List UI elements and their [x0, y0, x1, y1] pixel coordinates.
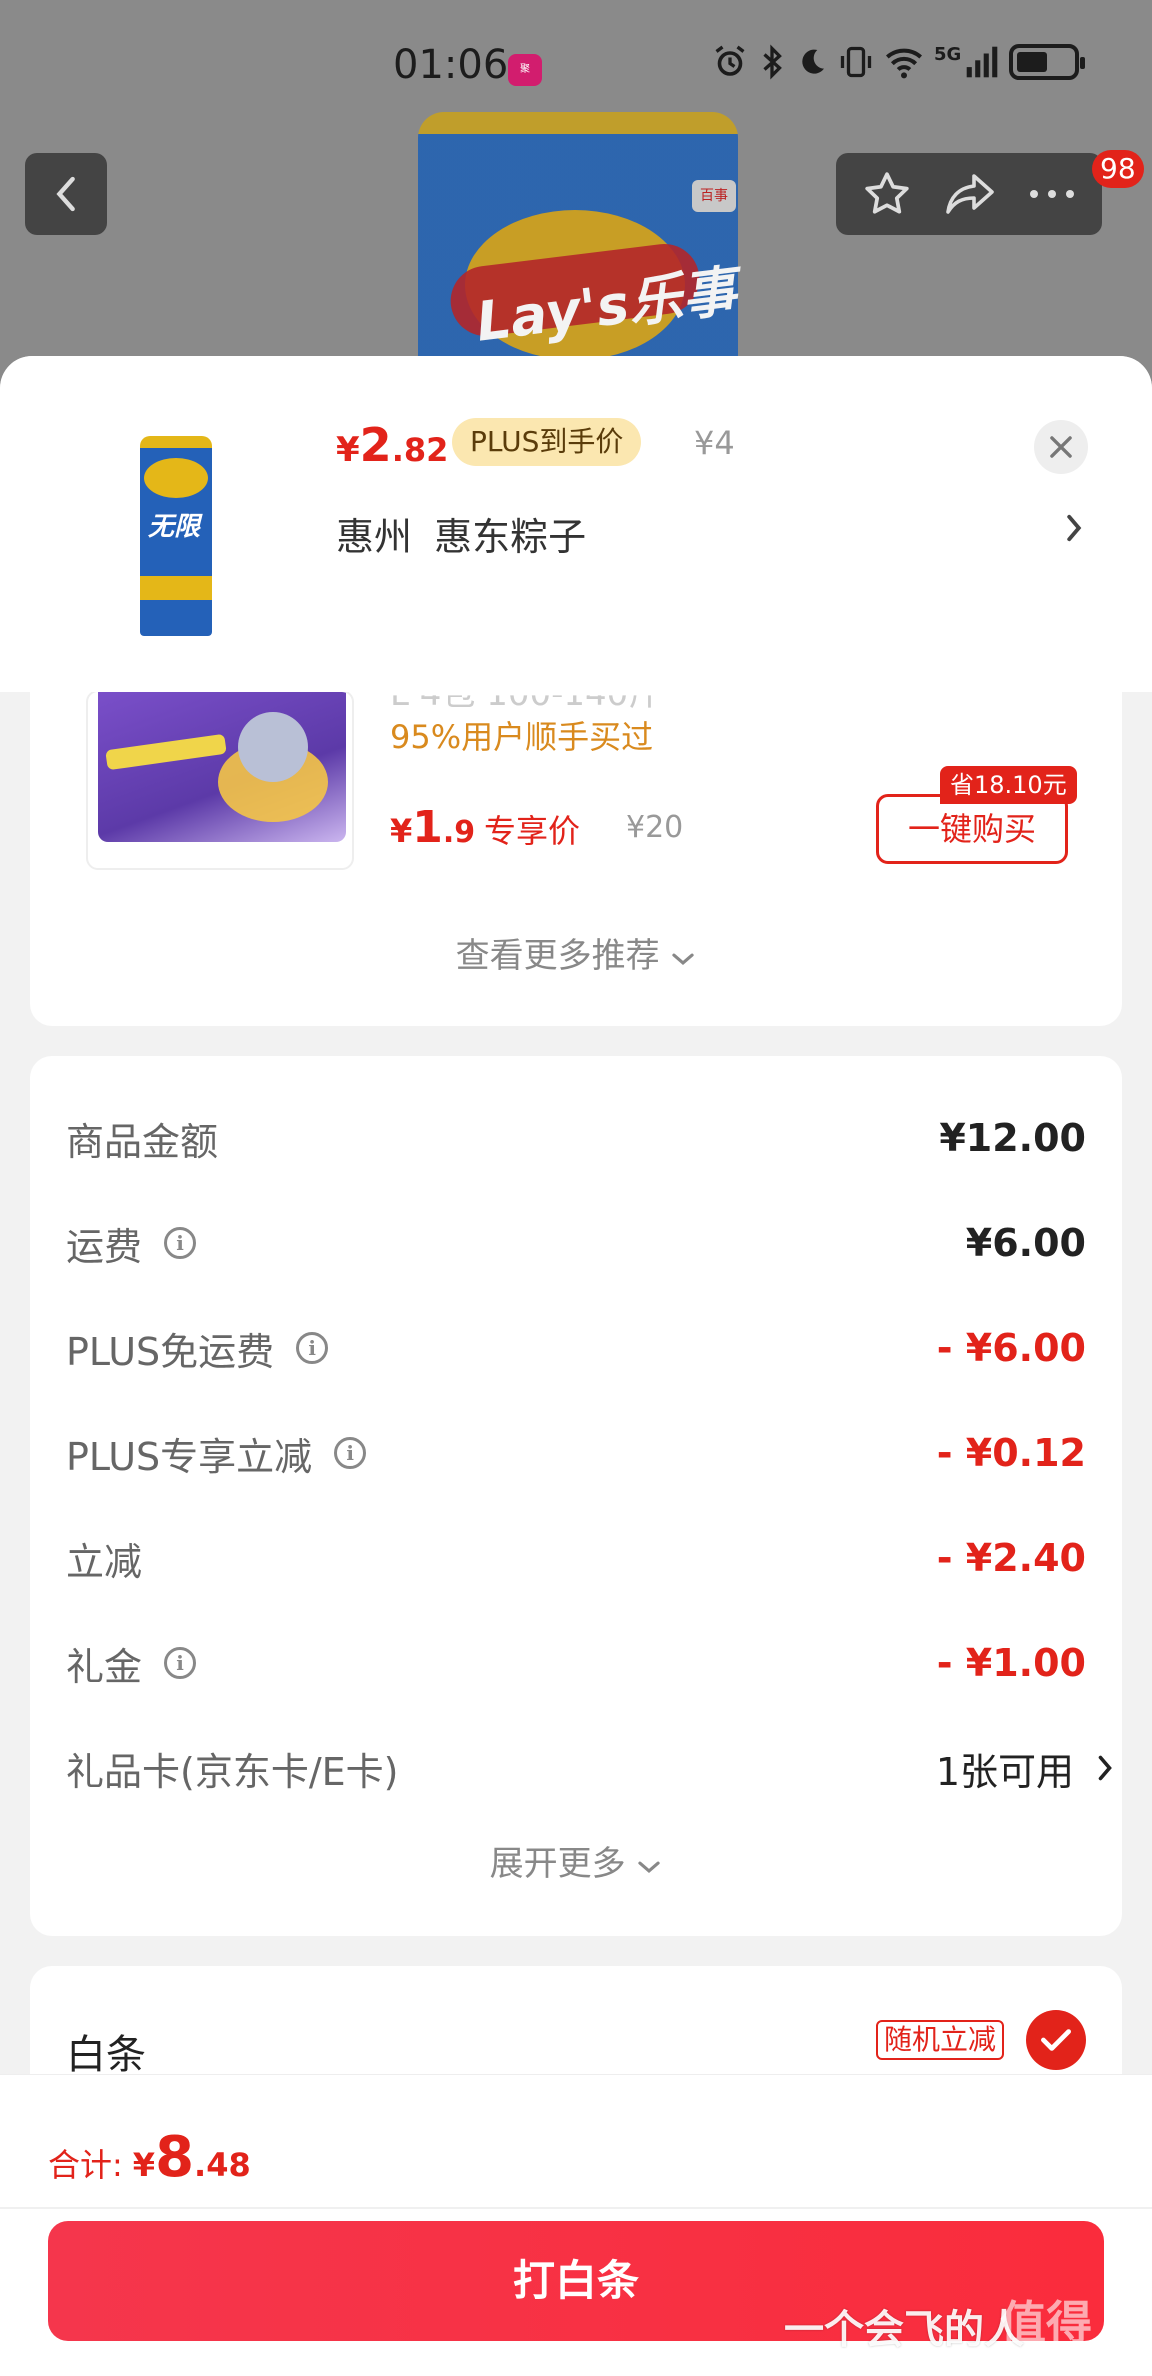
wifi-icon [886, 48, 922, 79]
checkout-sheet: 无限 ¥ 2 .82 PLUS到手价 ¥4 惠州 惠东粽子 L 4包 100-1… [0, 356, 1152, 2376]
row-label: PLUS免运费 [66, 1329, 275, 1374]
back-button[interactable] [25, 153, 107, 235]
status-time: 01:06 [393, 42, 509, 88]
share-icon[interactable] [944, 170, 996, 218]
network-type: 5G [934, 44, 962, 65]
message-count-badge: 98 [1092, 150, 1144, 188]
row-label: 商品金额 [66, 1119, 219, 1164]
info-icon[interactable]: i [164, 1227, 197, 1259]
moon-icon [802, 49, 824, 74]
back-icon [56, 176, 75, 212]
order-total: 合计: ¥ 8 .48 [48, 2125, 251, 2190]
total-integer: 8 [155, 2125, 195, 2190]
diaper-koala [238, 712, 308, 782]
total-label: 合计: [48, 2146, 123, 2184]
notification-app-badge: 聚 [508, 54, 542, 86]
battery-icon [1009, 44, 1086, 80]
row-value: - ¥2.40 [936, 1536, 1086, 1580]
row-label: 运费 [66, 1224, 143, 1269]
row-value: - ¥6.00 [936, 1326, 1086, 1370]
info-icon[interactable]: i [334, 1437, 367, 1469]
original-price: ¥4 [694, 424, 735, 462]
row-plus-free-shipping: PLUS免运费 i - ¥6.00 [66, 1318, 1086, 1378]
selected-check-icon[interactable] [1026, 2010, 1086, 2070]
total-decimal: .48 [194, 2146, 251, 2184]
chevron-down-icon [672, 953, 695, 965]
recommended-original-price: ¥20 [626, 810, 684, 845]
row-label: 立减 [66, 1539, 143, 1584]
exclusive-price-label: 专享价 [484, 812, 581, 850]
row-label: PLUS专享立减 [66, 1434, 313, 1479]
one-click-buy-button[interactable]: 一键购买 [876, 794, 1068, 864]
bought-together-text: 95%用户顺手买过 [390, 718, 654, 756]
recommended-price: ¥ 1 .9 [390, 802, 476, 853]
diaper-banner [105, 733, 227, 771]
row-label: 礼金 [66, 1644, 143, 1689]
row-value: - ¥0.12 [936, 1431, 1086, 1475]
random-discount-tag: 随机立减 [876, 2020, 1005, 2060]
product-brand-badge: 百事 [692, 180, 736, 212]
product-price: ¥ 2 .82 [336, 418, 449, 472]
row-value: ¥6.00 [965, 1221, 1086, 1265]
watermark-url: zhizhizhi.com [1012, 2351, 1134, 2372]
plus-price-tag: PLUS到手价 [452, 418, 642, 466]
top-nav-actions [836, 153, 1102, 235]
watermark-logo: 值得 [1000, 2296, 1092, 2350]
cost-breakdown-card: 商品金额 ¥12.00 运费 i ¥6.00 PLUS免运费 i - ¥6.00 P… [30, 1056, 1122, 1936]
star-icon[interactable] [862, 169, 912, 219]
thumbnail-logo [144, 458, 208, 498]
alarm-icon [715, 45, 745, 76]
total-currency: ¥ [132, 2146, 156, 2184]
chevron-right-icon [1098, 1755, 1112, 1781]
address-chevron-icon[interactable] [1064, 512, 1084, 548]
info-icon[interactable]: i [164, 1647, 197, 1679]
bluetooth-icon [763, 44, 782, 80]
row-value: ¥12.00 [939, 1116, 1086, 1160]
more-recommendations-link[interactable]: 查看更多推荐 [30, 928, 1122, 977]
row-label: 礼品卡(京东卡/E卡) [66, 1749, 399, 1794]
expand-more-link[interactable]: 展开更多 [30, 1836, 1122, 1885]
more-icon[interactable] [1028, 184, 1076, 204]
row-goods-amount: 商品金额 ¥12.00 [66, 1108, 1086, 1168]
expand-more-label: 展开更多 [489, 1844, 626, 1884]
chevron-down-icon [638, 1861, 661, 1873]
signal-icon [967, 46, 998, 78]
row-gift-money: 礼金 i - ¥1.00 [66, 1633, 1086, 1693]
divider [0, 2207, 1152, 2209]
sheet-header: 无限 ¥ 2 .82 PLUS到手价 ¥4 惠州 惠东粽子 [0, 356, 1152, 692]
watermark-text: 一个会飞的人 [784, 2307, 1024, 2353]
info-icon[interactable]: i [296, 1332, 329, 1364]
row-plus-discount: PLUS专享立减 i - ¥0.12 [66, 1423, 1086, 1483]
row-gift-card[interactable]: 礼品卡(京东卡/E卡) 1张可用 [66, 1738, 1114, 1798]
thumbnail-label: 无限 [148, 512, 201, 542]
more-recommendations-label: 查看更多推荐 [455, 936, 660, 976]
savings-tag: 省18.10元 [940, 766, 1077, 804]
product-thumbnail: 无限 [140, 436, 212, 636]
row-value: 1张可用 [935, 1749, 1074, 1794]
recommended-product-image[interactable] [86, 690, 354, 870]
close-button[interactable] [1034, 420, 1088, 474]
close-icon [1050, 436, 1072, 458]
row-value: - ¥1.00 [936, 1641, 1086, 1685]
vibrate-icon [840, 46, 872, 78]
payment-method-label: 白条 [66, 2032, 146, 2078]
checkout-bottom-bar: 合计: ¥ 8 .48 打白条 一个会飞的人 值得 zhizhizhi.com [0, 2074, 1152, 2376]
status-icons: 5G [712, 44, 1086, 80]
row-shipping: 运费 i ¥6.00 [66, 1213, 1086, 1273]
row-instant-discount: 立减 - ¥2.40 [66, 1528, 1086, 1588]
diaper-pack [98, 692, 346, 842]
delivery-address[interactable]: 惠州 惠东粽子 [336, 506, 586, 561]
